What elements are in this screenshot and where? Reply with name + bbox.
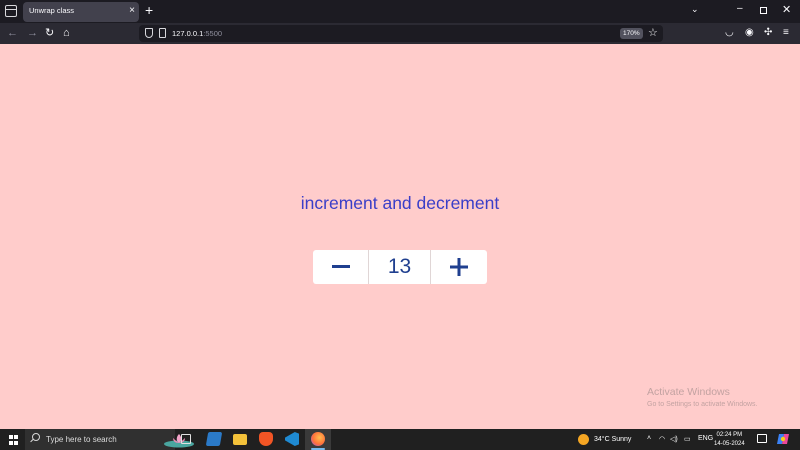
vscode-icon[interactable] bbox=[285, 432, 299, 446]
search-placeholder: Type here to search bbox=[46, 435, 117, 444]
tracking-protection-icon[interactable] bbox=[145, 28, 153, 38]
brave-browser-icon[interactable] bbox=[259, 432, 273, 446]
language-indicator[interactable]: ENG bbox=[698, 435, 713, 442]
show-hidden-icons-chevron-icon[interactable]: ˄ bbox=[647, 435, 651, 442]
address-bar[interactable]: 127.0.0.1:5500 170% ☆ bbox=[139, 25, 663, 42]
page-info-icon[interactable] bbox=[159, 28, 166, 38]
extensions-icon[interactable]: ✣ bbox=[764, 26, 772, 40]
home-icon[interactable]: ⌂ bbox=[63, 26, 70, 40]
notification-center-icon[interactable] bbox=[757, 434, 767, 443]
reload-button[interactable]: ↻ bbox=[45, 26, 54, 40]
battery-icon[interactable]: ▭ bbox=[684, 435, 691, 443]
url-port: :5500 bbox=[203, 29, 223, 38]
tab-close-icon[interactable]: × bbox=[129, 5, 135, 17]
tab-title: Unwrap class bbox=[29, 6, 75, 15]
windows-taskbar: Type here to search 34°C Sunny ˄ ◠ ◁) ▭ … bbox=[0, 429, 800, 450]
page-content: increment and decrement 13 Activate Wind… bbox=[0, 44, 800, 429]
browser-tab-strip: Unwrap class × + ⌄ – ✕ bbox=[0, 0, 800, 23]
back-button[interactable]: ← bbox=[7, 26, 18, 40]
network-wifi-icon[interactable]: ◠ bbox=[659, 435, 665, 443]
menu-icon[interactable]: ≡ bbox=[783, 26, 789, 40]
copilot-icon[interactable] bbox=[777, 433, 789, 445]
plus-icon bbox=[450, 258, 468, 276]
clock-time: 02:24 PM bbox=[716, 432, 743, 438]
list-all-tabs-icon[interactable]: ⌄ bbox=[691, 4, 699, 15]
forward-button[interactable]: → bbox=[27, 26, 38, 40]
search-icon bbox=[32, 433, 40, 441]
minus-icon bbox=[331, 265, 350, 268]
url-text[interactable]: 127.0.0.1:5500 bbox=[172, 29, 222, 38]
edge-like-app-icon[interactable] bbox=[205, 432, 223, 446]
windows-start-icon[interactable] bbox=[9, 435, 19, 445]
watermark-title: Activate Windows bbox=[647, 386, 730, 398]
taskbar-search-box[interactable]: Type here to search bbox=[25, 429, 194, 450]
browser-navigation-bar: ← → ↻ ⌂ 127.0.0.1:5500 170% ☆ ◡ ◉ ✣ ≡ bbox=[0, 23, 800, 44]
file-explorer-icon[interactable] bbox=[233, 434, 247, 445]
weather-sun-icon[interactable] bbox=[578, 434, 589, 445]
weather-text[interactable]: 34°C Sunny bbox=[594, 436, 631, 443]
window-close-button[interactable]: ✕ bbox=[782, 3, 791, 16]
watermark-subtitle: Go to Settings to activate Windows. bbox=[647, 401, 758, 408]
taskbar-clock[interactable]: 02:24 PM 14-05-2024 bbox=[714, 431, 745, 449]
increment-button[interactable] bbox=[431, 250, 487, 284]
bookmark-star-icon[interactable]: ☆ bbox=[648, 26, 658, 39]
counter-value: 13 bbox=[369, 250, 431, 284]
task-view-icon[interactable] bbox=[181, 434, 191, 444]
window-minimize-button[interactable]: – bbox=[737, 3, 743, 14]
window-restore-button[interactable] bbox=[760, 7, 767, 14]
pocket-icon[interactable]: ◡ bbox=[725, 26, 734, 40]
zoom-level-badge[interactable]: 170% bbox=[620, 28, 643, 39]
new-tab-button[interactable]: + bbox=[145, 3, 153, 17]
url-host: 127.0.0.1 bbox=[172, 29, 204, 38]
volume-icon[interactable]: ◁) bbox=[670, 435, 678, 443]
account-icon[interactable]: ◉ bbox=[745, 26, 754, 40]
clock-date: 14-05-2024 bbox=[714, 441, 745, 447]
decrement-button[interactable] bbox=[313, 250, 369, 284]
firefox-icon bbox=[311, 432, 325, 446]
page-heading: increment and decrement bbox=[300, 193, 500, 213]
counter-widget: 13 bbox=[313, 250, 487, 284]
tab-unwrap-class[interactable]: Unwrap class × bbox=[23, 2, 139, 22]
firefox-taskbar-button[interactable] bbox=[305, 429, 331, 450]
activate-windows-watermark: Activate Windows Go to Settings to activ… bbox=[647, 386, 758, 408]
tab-overview-icon[interactable] bbox=[5, 5, 17, 17]
